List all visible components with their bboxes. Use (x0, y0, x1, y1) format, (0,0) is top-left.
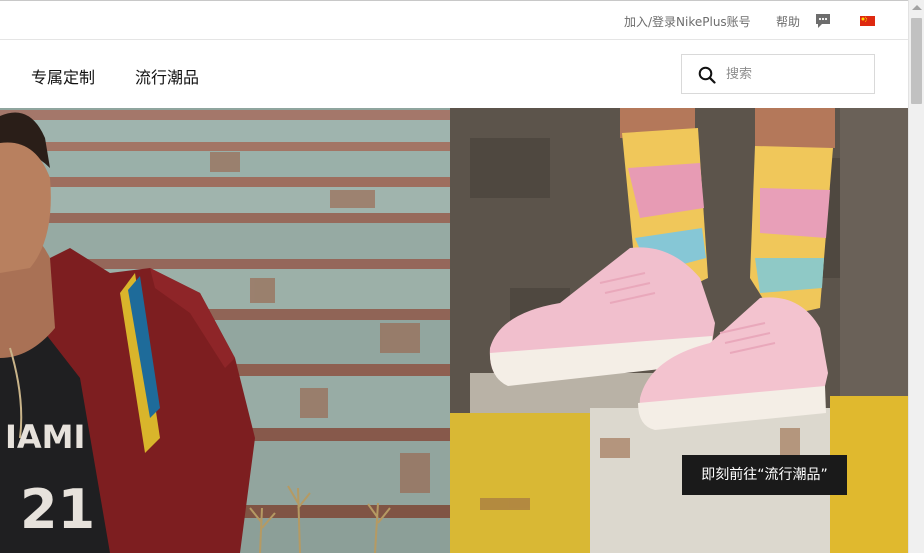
scroll-up-arrow-icon[interactable] (912, 5, 922, 10)
cta-button[interactable]: 即刻前往“流行潮品” (682, 455, 847, 495)
nav-item-custom[interactable]: 专属定制 (31, 64, 95, 88)
page-scrollbar[interactable] (908, 0, 924, 553)
login-link[interactable]: 加入/登录NikePlus账号 (624, 13, 751, 30)
main-nav: 专属定制 流行潮品 (0, 40, 908, 108)
nav-item-trending[interactable]: 流行潮品 (135, 64, 199, 88)
china-flag-icon[interactable] (860, 16, 875, 26)
hero-image-athlete[interactable]: IAMI 21 (0, 108, 450, 553)
scroll-thumb[interactable] (911, 18, 922, 104)
search-icon[interactable] (698, 66, 716, 84)
svg-text:IAMI: IAMI (5, 418, 85, 456)
chat-bubble-icon[interactable] (815, 13, 831, 29)
search-box[interactable] (681, 54, 875, 94)
svg-text:21: 21 (20, 478, 95, 541)
search-input[interactable] (726, 63, 866, 85)
help-link[interactable]: 帮助 (776, 13, 800, 30)
utility-bar: 加入/登录NikePlus账号 帮助 (0, 0, 908, 40)
